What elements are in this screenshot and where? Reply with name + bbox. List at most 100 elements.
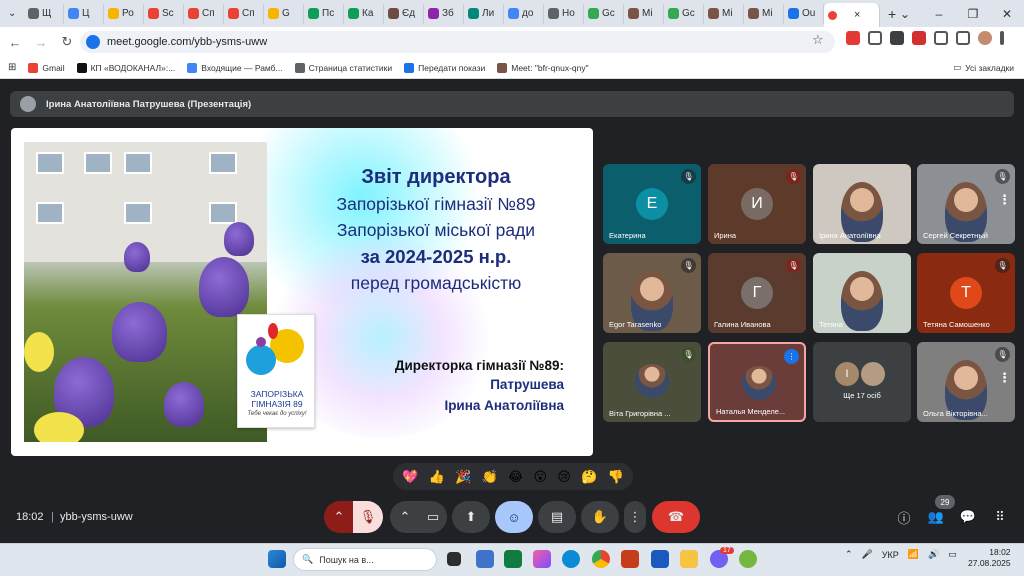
reload-icon[interactable]: ↻: [56, 31, 78, 53]
address-bar[interactable]: meet.google.com/ybb-ysms-uww: [80, 31, 835, 53]
browser-tab[interactable]: Sc: [144, 3, 184, 24]
browser-tab[interactable]: Зб: [424, 3, 464, 24]
emoji-button[interactable]: ☺: [495, 501, 533, 533]
taskbar-clock[interactable]: 18:02 27.08.2025: [968, 547, 1011, 569]
browser-tab[interactable]: Gc: [664, 3, 704, 24]
back-arrow-icon[interactable]: ←: [4, 31, 26, 53]
participant-tile[interactable]: Е Екатерина 🎙: [603, 164, 701, 244]
info-icon[interactable]: ⓘ: [894, 507, 914, 527]
audio-options-button[interactable]: ⌃: [324, 501, 354, 533]
browser-tab[interactable]: Ли: [464, 3, 504, 24]
apps-grid-icon[interactable]: ⊞: [8, 62, 16, 73]
bookmark-item[interactable]: Meet: "bfr-qnux-qny": [497, 62, 589, 73]
present-button[interactable]: ⬆: [452, 501, 490, 533]
reaction-emoji[interactable]: 🎉: [455, 469, 471, 485]
battery-icon[interactable]: ▭: [948, 549, 957, 560]
participant-tile[interactable]: И Ирина 🎙: [708, 164, 806, 244]
tab-active-meet[interactable]: ×: [824, 3, 880, 27]
reaction-emoji[interactable]: 😂: [508, 469, 523, 485]
participant-tile[interactable]: Тетяна: [813, 253, 911, 333]
raise-hand-button[interactable]: ✋: [581, 501, 619, 533]
tray-overflow-icon[interactable]: ⌃: [845, 549, 853, 560]
reaction-emoji[interactable]: 🤔: [581, 469, 597, 485]
reaction-emoji[interactable]: 👎: [608, 469, 624, 485]
tab-close-icon[interactable]: ×: [854, 9, 860, 21]
browser-tab[interactable]: Mi: [744, 3, 784, 24]
browser-tab[interactable]: Gc: [584, 3, 624, 24]
browser-tab[interactable]: Сп: [224, 3, 264, 24]
more-options-button[interactable]: ⋮: [624, 501, 646, 533]
camera-button[interactable]: ▭: [419, 501, 447, 533]
browser-tab[interactable]: Ou: [784, 3, 824, 24]
participant-tile[interactable]: Egor Tarasenko 🎙: [603, 253, 701, 333]
chrome-icon[interactable]: [592, 550, 610, 568]
bookmark-item[interactable]: Gmail: [28, 62, 65, 73]
leave-call-button[interactable]: ☎: [652, 501, 700, 533]
browser-tab[interactable]: Щ: [24, 3, 64, 24]
participant-tile[interactable]: Віта Григорівна ... 🎙: [603, 342, 701, 422]
captions-button[interactable]: ▤: [538, 501, 576, 533]
browser-tab[interactable]: Єд: [384, 3, 424, 24]
extensions-puzzle-icon[interactable]: [934, 31, 948, 45]
participant-tile[interactable]: Сергей Секретный 🎙 ⋮: [917, 164, 1015, 244]
forward-arrow-icon[interactable]: →: [30, 31, 52, 53]
bookmark-item[interactable]: Передати покази: [404, 62, 485, 73]
microphone-tray-icon[interactable]: 🎤: [862, 549, 873, 560]
screenshot-extension-icon[interactable]: [868, 31, 882, 45]
tile-options-icon[interactable]: ⋮: [998, 370, 1011, 386]
reaction-emoji[interactable]: 💖: [402, 469, 418, 485]
translate-extension-icon[interactable]: [890, 31, 904, 45]
powerpoint-icon[interactable]: [621, 550, 639, 568]
video-options-button[interactable]: ⌃: [390, 501, 420, 533]
minimize-button[interactable]: –: [922, 0, 956, 27]
word-icon[interactable]: [651, 550, 669, 568]
bookmark-item[interactable]: Входящие — Рамб...: [187, 62, 283, 73]
browser-tab[interactable]: G: [264, 3, 304, 24]
start-button[interactable]: [268, 550, 286, 568]
browser-tab[interactable]: Ка: [344, 3, 384, 24]
pdf-extension-icon[interactable]: [912, 31, 926, 45]
copilot-icon[interactable]: [533, 550, 551, 568]
adblock-icon[interactable]: [846, 31, 860, 45]
language-indicator[interactable]: УКР: [882, 550, 899, 560]
reaction-emoji[interactable]: 😢: [557, 469, 571, 485]
tab-search-button[interactable]: ⌄: [4, 4, 24, 24]
bookmark-item[interactable]: Страница статистики: [294, 62, 392, 73]
volume-icon[interactable]: 🔊: [928, 549, 939, 560]
browser-tab[interactable]: Ц: [64, 3, 104, 24]
task-view-icon[interactable]: [447, 552, 461, 566]
tab-menu-icon[interactable]: ⌄: [888, 0, 922, 27]
tile-options-icon[interactable]: ⋮: [998, 192, 1011, 208]
bookmark-star-icon[interactable]: ☆: [812, 32, 824, 48]
people-icon[interactable]: 👥: [926, 507, 946, 527]
browser-menu-icon[interactable]: [1000, 31, 1004, 45]
chat-icon[interactable]: 💬: [958, 507, 978, 527]
participant-tile[interactable]: Ірина Анатоліївна: [813, 164, 911, 244]
excel-icon[interactable]: [504, 550, 522, 568]
participant-tile[interactable]: Г Галина Иванова 🎙: [708, 253, 806, 333]
reaction-emoji[interactable]: 👍: [429, 469, 445, 485]
close-window-button[interactable]: ✕: [990, 0, 1024, 27]
file-explorer-icon[interactable]: [680, 550, 698, 568]
browser-tab[interactable]: до: [504, 3, 544, 24]
store-icon[interactable]: [476, 550, 494, 568]
profile-avatar[interactable]: [978, 31, 992, 45]
taskbar-search[interactable]: 🔍 Пошук на в...: [293, 548, 437, 571]
mic-off-button[interactable]: 🎙: [353, 501, 383, 533]
browser-tab[interactable]: Mi: [624, 3, 664, 24]
browser-tab[interactable]: Mi: [704, 3, 744, 24]
reaction-emoji[interactable]: 👏: [482, 469, 498, 485]
participant-tile[interactable]: І Ще 17 осіб: [813, 342, 911, 422]
edge-icon[interactable]: [562, 550, 580, 568]
browser-tab[interactable]: Пс: [304, 3, 344, 24]
all-bookmarks[interactable]: ▭ Усі закладки: [953, 62, 1014, 73]
torrent-icon[interactable]: [739, 550, 757, 568]
participant-tile[interactable]: Т Тетяна Самошенко 🎙: [917, 253, 1015, 333]
bookmark-item[interactable]: КП «ВОДОКАНАЛ»:...: [76, 62, 175, 73]
participant-tile[interactable]: Наталья Менделе... ⋮: [708, 342, 806, 422]
activities-icon[interactable]: ⠿: [990, 507, 1010, 527]
reaction-emoji[interactable]: 😮: [534, 469, 548, 485]
side-panel-icon[interactable]: [956, 31, 970, 45]
browser-tab[interactable]: Ро: [104, 3, 144, 24]
browser-tab[interactable]: Но: [544, 3, 584, 24]
